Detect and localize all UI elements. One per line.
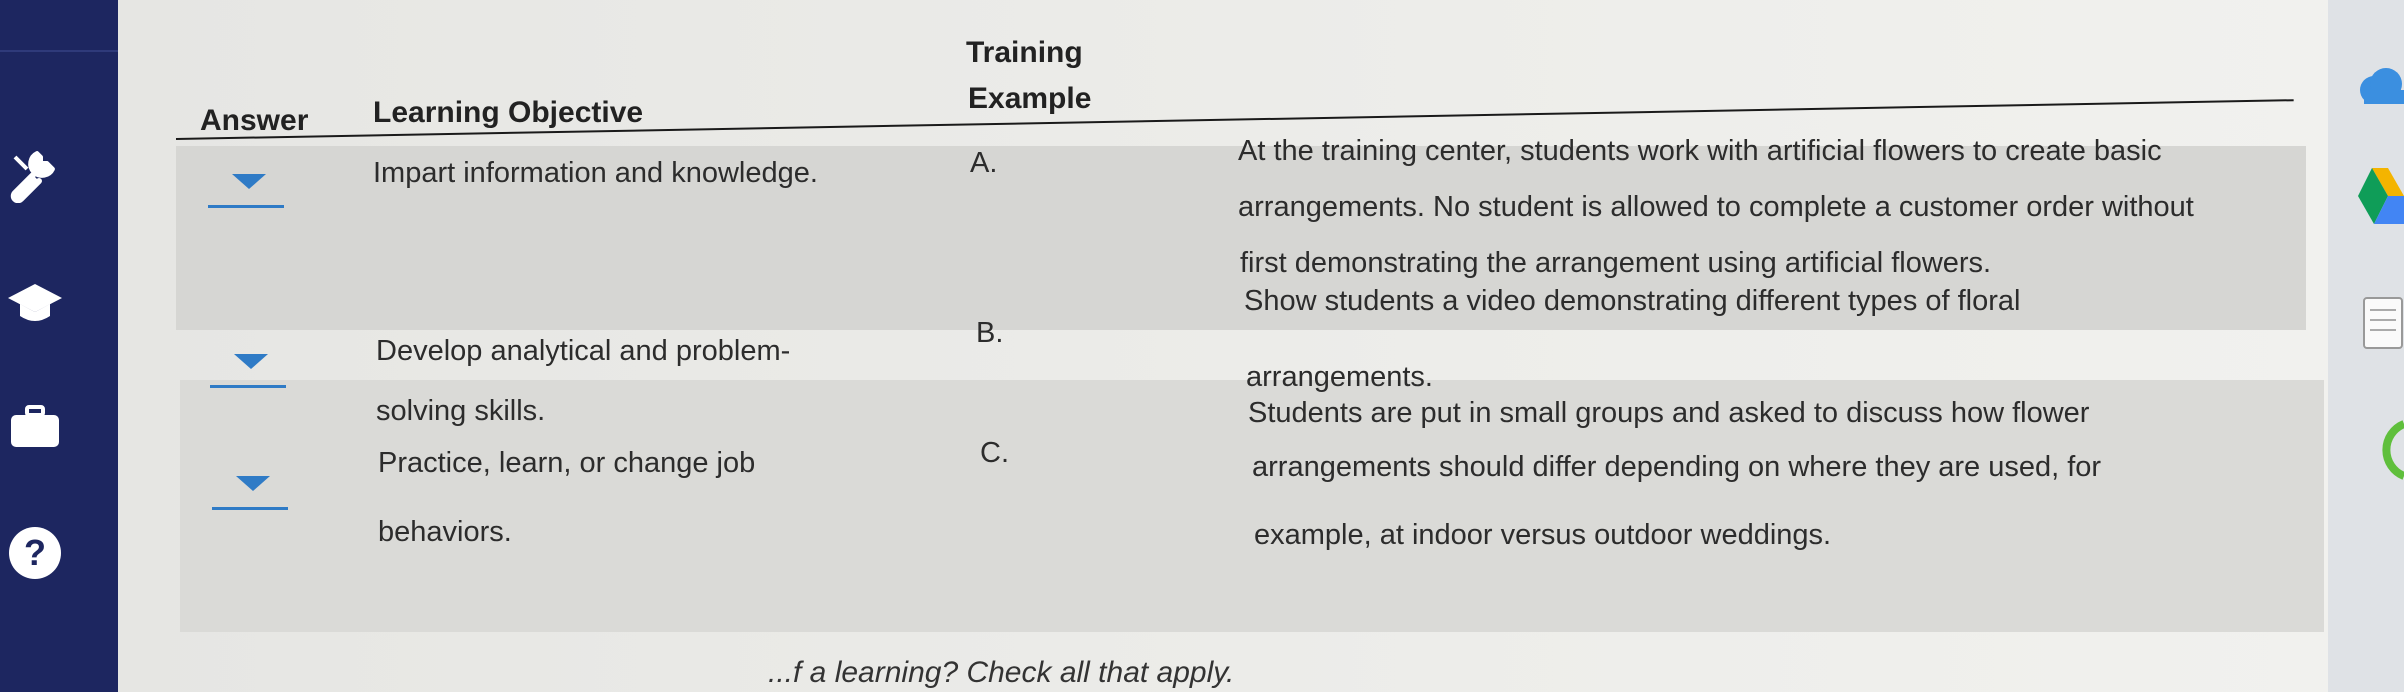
briefcase-icon[interactable] [0,392,70,462]
objective-row-3-line2: behaviors. [378,516,512,548]
chevron-down-icon [234,354,268,369]
letter-a: A. [970,147,998,179]
notes-icon[interactable] [2362,296,2404,355]
answer-dropdown-row-c[interactable] [212,470,288,510]
circle-app-icon[interactable] [2364,420,2404,485]
dropdown-underline [208,205,284,208]
objective-row-2-line2: solving skills. [376,395,546,427]
objective-row-2-line1: Develop analytical and problem- [376,335,791,367]
help-icon[interactable]: ? [0,518,70,588]
header-learning-objective: Learning Objective [373,96,644,129]
svg-text:?: ? [24,532,46,573]
question-prompt-partial: ...f a learning? Check all that apply. [768,656,1235,689]
cloud-icon[interactable] [2354,60,2404,115]
example-c-line3: example, at indoor versus outdoor weddin… [1254,519,1832,551]
header-example: Example [968,82,1092,115]
right-app-strip [2328,0,2404,692]
graduation-cap-icon[interactable] [0,268,70,338]
letter-c: C. [980,437,1009,469]
dropdown-underline [212,507,288,510]
objective-row-1: Impart information and knowledge. [373,157,818,189]
header-training: Training [966,36,1083,69]
example-a-line1: At the training center, students work wi… [1238,135,2162,167]
chevron-down-icon [236,476,270,491]
chevron-down-icon [232,174,266,189]
drive-icon[interactable] [2358,168,2404,233]
letter-b: B. [976,317,1004,349]
example-c-line2: arrangements should differ depending on … [1252,451,2102,483]
answer-dropdown-row-b[interactable] [210,348,286,388]
left-sidebar: ? [0,0,118,692]
wrench-icon[interactable] [0,140,70,210]
answer-dropdown-row-a[interactable] [208,168,284,208]
sidebar-divider [0,50,118,52]
example-b-line1: Show students a video demonstrating diff… [1244,285,2021,317]
example-a-line2: arrangements. No student is allowed to c… [1238,191,2194,223]
objective-row-3-line1: Practice, learn, or change job [378,447,756,479]
dropdown-underline [210,385,286,388]
example-c-line1: Students are put in small groups and ask… [1248,397,2090,429]
